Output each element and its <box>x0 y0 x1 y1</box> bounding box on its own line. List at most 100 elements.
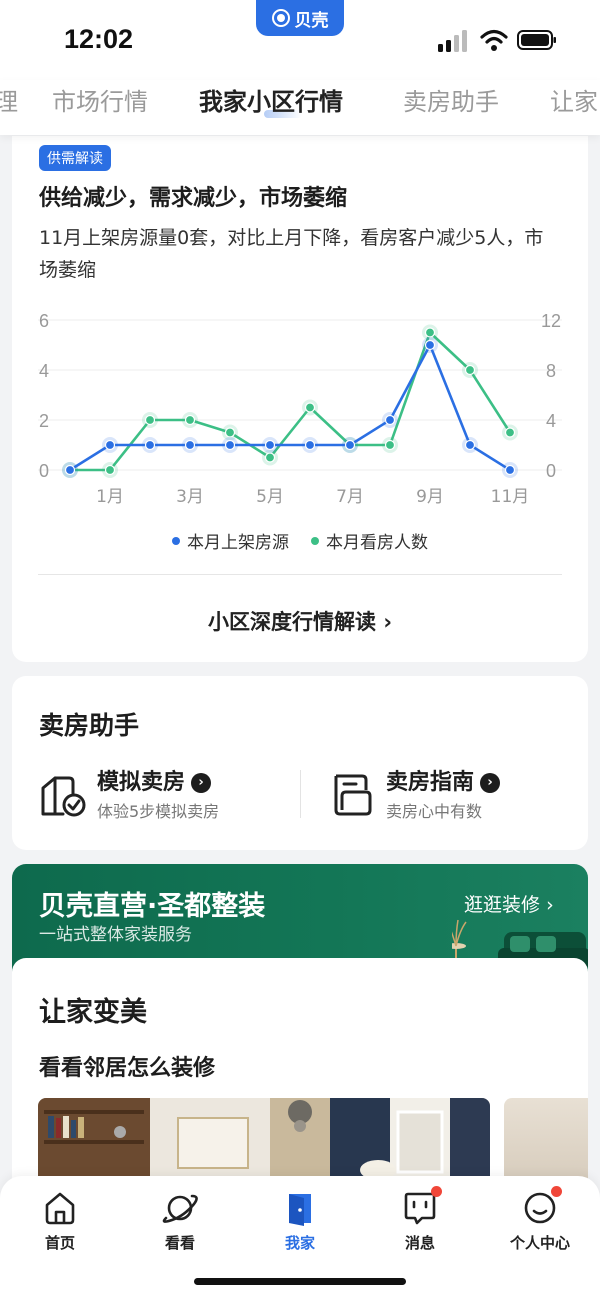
y-left-tick-label: 0 <box>39 461 49 481</box>
renovation-photo[interactable] <box>38 1098 490 1188</box>
beautify-title: 让家变美 <box>39 997 147 1028</box>
planet-icon <box>162 1194 198 1223</box>
message-icon-wrap <box>402 1186 442 1226</box>
home-indicator <box>194 1278 406 1285</box>
x-tick-label: 5月 <box>256 487 284 507</box>
category-tabs: 理 市场行情 我家小区行情 卖房助手 让家 <box>0 80 600 135</box>
data-point <box>504 427 516 438</box>
market-analysis-card: 供需解读 供给减少，需求减少，市场萎缩 11月上架房源量0套，对比上月下降，看房… <box>12 136 588 662</box>
message-badge-dot <box>431 1186 442 1197</box>
data-point <box>384 414 396 426</box>
battery-icon <box>517 30 556 50</box>
nav-home[interactable]: 首页 <box>20 1190 100 1253</box>
interior-photo-illustration <box>38 1098 490 1188</box>
data-point <box>104 439 116 451</box>
y-right-tick-label: 0 <box>546 461 556 481</box>
nav-explore[interactable]: 看看 <box>140 1190 220 1253</box>
beautify-subtitle: 看看邻居怎么装修 <box>39 1056 216 1081</box>
beautify-card: 让家变美 看看邻居怎么装修 <box>12 958 588 1198</box>
tab-sell-helper[interactable]: 卖房助手 <box>403 82 499 117</box>
renovation-photo-next[interactable] <box>504 1098 588 1188</box>
banner-browse-link[interactable]: 逛逛装修 › <box>464 890 554 917</box>
sell-guide-entry[interactable]: 卖房指南 › 卖房心中有数 <box>328 764 568 824</box>
legend-item-viewers: 本月看房人数 <box>311 528 428 553</box>
trend-line-chart: 0 2 4 6 0 4 8 12 1月 3月 5月 7月 9月 11月 <box>38 311 562 507</box>
chevron-right-icon: › <box>383 610 392 634</box>
data-point <box>464 439 476 451</box>
x-tick-label: 7月 <box>336 487 364 507</box>
legend-item-listings: 本月上架房源 <box>172 528 289 553</box>
legend-dot-green <box>311 536 319 545</box>
status-time: 12:02 <box>64 24 134 54</box>
data-point <box>264 439 276 451</box>
arrow-circle-icon: › <box>191 773 212 793</box>
sell-guide-sub: 卖房心中有数 <box>386 802 483 821</box>
legend-dot-blue <box>172 536 180 545</box>
data-point <box>504 464 516 476</box>
x-tick-label: 9月 <box>416 487 444 507</box>
y-right-tick-label: 4 <box>546 411 556 431</box>
data-point <box>184 414 196 426</box>
nav-profile[interactable]: 个人中心 <box>500 1186 580 1253</box>
nav-explore-label: 看看 <box>164 1234 195 1252</box>
sell-guide-name: 卖房指南 › <box>386 764 501 796</box>
y-right-tick-label: 12 <box>541 311 561 331</box>
guide-book-icon <box>334 774 372 816</box>
data-point <box>344 439 356 451</box>
simulate-sell-sub: 体验5步模拟卖房 <box>97 802 220 821</box>
y-left-tick-label: 6 <box>39 311 49 331</box>
banner-link-label: 逛逛装修 <box>464 894 541 916</box>
market-description: 11月上架房源量0套，对比上月下降，看房客户减少5人，市场萎缩 <box>39 227 544 281</box>
home-icon <box>45 1192 75 1225</box>
x-tick-label: 11月 <box>491 487 530 507</box>
banner-subtitle: 一站式整体家装服务 <box>39 925 192 945</box>
simulate-sell-name: 模拟卖房 › <box>97 764 212 796</box>
data-point <box>144 414 156 426</box>
legend-label-listings: 本月上架房源 <box>187 533 289 553</box>
sell-divider <box>300 770 301 818</box>
y-left-tick-label: 4 <box>39 361 49 381</box>
nav-messages[interactable]: 消息 <box>380 1186 460 1253</box>
nav-my-home[interactable]: 我家 <box>260 1190 340 1253</box>
data-point <box>144 439 156 451</box>
sell-helper-title: 卖房助手 <box>39 711 140 740</box>
market-title: 供给减少，需求减少，市场萎缩 <box>39 186 348 211</box>
tab-beautify[interactable]: 让家 <box>550 82 598 117</box>
nav-messages-label: 消息 <box>404 1234 435 1252</box>
data-point <box>384 439 396 451</box>
data-point <box>224 427 236 438</box>
app-return-pill[interactable]: 贝壳 <box>256 0 344 36</box>
tab-market[interactable]: 市场行情 <box>52 82 148 117</box>
y-left-tick-label: 2 <box>39 411 49 431</box>
beike-logo-icon <box>271 9 290 27</box>
deep-analysis-link[interactable]: 小区深度行情解读 › <box>12 606 588 636</box>
deep-analysis-label: 小区深度行情解读 <box>208 610 377 634</box>
banner-title: 贝壳直营·圣都整装 <box>39 891 266 922</box>
tab-my-community[interactable]: 我家小区行情 <box>199 82 343 117</box>
house-check-icon <box>41 776 86 817</box>
sell-helper-card: 卖房助手 模拟卖房 › 体验5步模拟卖房 卖房指南 › 卖房心中有数 <box>12 676 588 850</box>
profile-badge-dot <box>551 1186 562 1197</box>
data-point <box>64 464 76 476</box>
data-point <box>184 439 196 451</box>
app-name: 贝壳 <box>294 10 329 31</box>
door-icon <box>289 1194 311 1226</box>
data-point <box>304 439 316 451</box>
supply-demand-badge: 供需解读 <box>39 145 111 171</box>
tab-partial-left[interactable]: 理 <box>0 82 18 117</box>
data-point <box>224 439 236 451</box>
profile-icon-wrap <box>522 1186 562 1226</box>
nav-home-label: 首页 <box>44 1234 75 1252</box>
data-point <box>304 402 316 413</box>
data-point <box>264 452 276 463</box>
y-right-tick-label: 8 <box>546 361 556 381</box>
data-point <box>424 327 436 338</box>
wifi-icon <box>480 29 508 51</box>
simulate-sell-entry[interactable]: 模拟卖房 › 体验5步模拟卖房 <box>39 764 279 824</box>
chart-legend: 本月上架房源 本月看房人数 <box>12 528 588 553</box>
nav-profile-label: 个人中心 <box>509 1234 570 1252</box>
nav-my-home-label: 我家 <box>284 1234 315 1252</box>
data-point <box>464 364 476 376</box>
cellular-signal-icon <box>438 30 467 52</box>
legend-label-viewers: 本月看房人数 <box>326 533 428 553</box>
